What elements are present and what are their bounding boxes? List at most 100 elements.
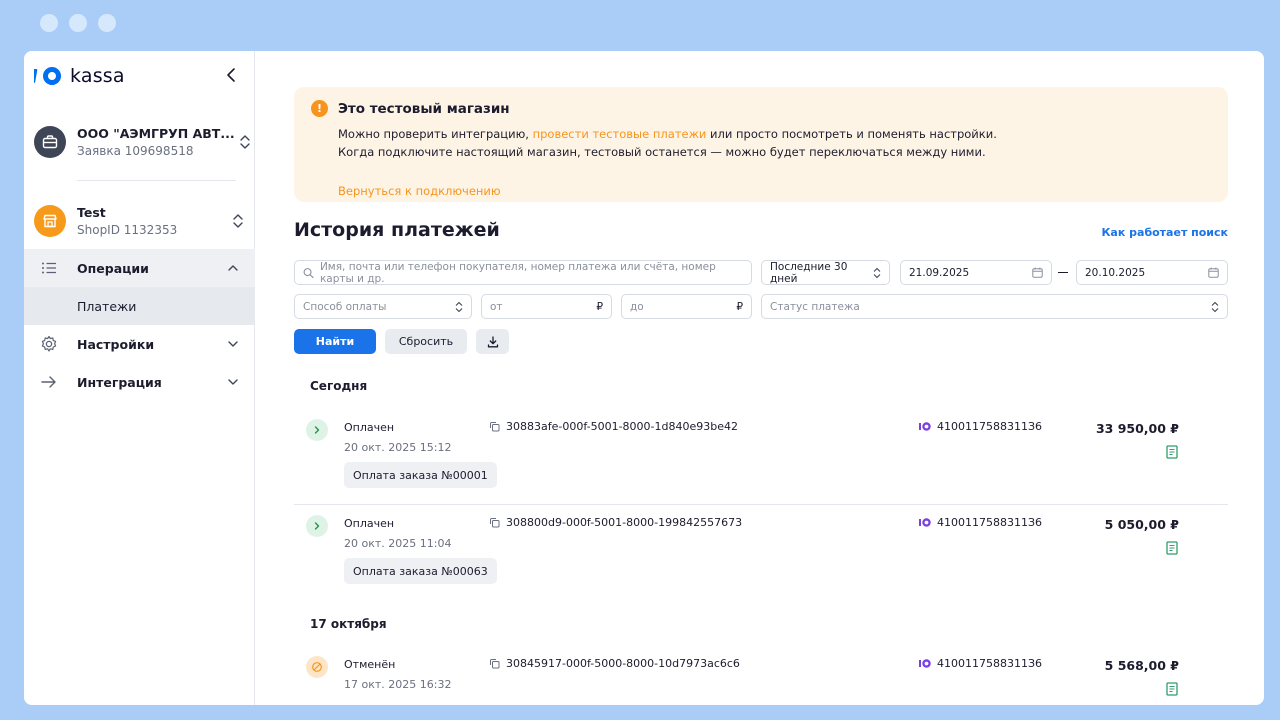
- payment-status: Отменён: [344, 658, 396, 671]
- copy-icon: [490, 422, 500, 432]
- chevron-up-icon: [228, 265, 238, 271]
- organization-avatar: [34, 126, 66, 158]
- chevron-updown-icon: [455, 301, 463, 312]
- date-to-value: 20.10.2025: [1085, 266, 1146, 279]
- search-icon: [303, 267, 314, 278]
- amount-from-input[interactable]: от ₽: [481, 294, 612, 319]
- payment-method-select[interactable]: Способ оплаты: [294, 294, 472, 319]
- payment-id-text: 30883afe-000f-5001-8000-1d840e93be42: [506, 420, 738, 433]
- sidebar-item-label: Настройки: [77, 336, 155, 352]
- wallet-account-text: 4100117588311З6: [937, 420, 1043, 433]
- sidebar-item-label: Интеграция: [77, 374, 162, 390]
- shop-id: ShopID 1132353: [77, 223, 178, 237]
- date-group-heading: 17 октября: [310, 617, 387, 631]
- list-icon: [42, 262, 56, 274]
- payment-id[interactable]: 308800d9-000f-5001-8000-199842557673: [489, 516, 742, 529]
- search-input[interactable]: Имя, почта или телефон покупателя, номер…: [294, 260, 752, 285]
- chevron-down-icon: [228, 341, 238, 347]
- wallet-account: 4100117588311З6: [919, 516, 1042, 529]
- payment-date: 17 окт. 2025 16:32: [344, 678, 452, 691]
- order-description: Оплата заказа №00063: [344, 558, 497, 584]
- sidebar-nav: Операции Платежи Настройки Интеграция: [24, 249, 255, 401]
- receipt-icon[interactable]: [1166, 682, 1178, 696]
- app-window: kassa ООО "АЭМГРУП АВТ... Заявка 1096985…: [24, 51, 1264, 705]
- reset-button[interactable]: Сбросить: [385, 329, 467, 354]
- payment-row[interactable]: Отменён 17 окт. 2025 16:32 30845917-000f…: [294, 646, 1228, 705]
- date-from-value: 21.09.2025: [909, 266, 970, 279]
- amount-to-input[interactable]: до ₽: [621, 294, 752, 319]
- payment-id-text: 308800d9-000f-5001-8000-199842557673: [506, 516, 743, 529]
- alert-body: Можно проверить интеграцию, провести тес…: [338, 126, 997, 161]
- date-from-input[interactable]: 21.09.2025: [900, 260, 1052, 285]
- alert-title: Это тестовый магазин: [338, 101, 510, 117]
- amount-to-placeholder: до: [630, 300, 644, 313]
- main-content: ! Это тестовый магазин Можно проверить и…: [255, 51, 1264, 705]
- yoomoney-icon: [919, 659, 931, 668]
- test-payments-link[interactable]: провести тестовые платежи: [533, 127, 707, 141]
- yookassa-logo-icon: [34, 67, 62, 85]
- order-description: Оплата заказа №00001: [344, 462, 497, 488]
- receipt-icon[interactable]: [1166, 445, 1178, 459]
- sidebar-item-integration[interactable]: Интеграция: [24, 363, 255, 401]
- find-button[interactable]: Найти: [294, 329, 376, 354]
- window-dot-close[interactable]: [40, 14, 58, 32]
- payment-amount: 33 950,00 ₽: [1095, 421, 1179, 436]
- collapse-sidebar-icon[interactable]: [223, 66, 241, 84]
- search-placeholder: Имя, почта или телефон покупателя, номер…: [319, 260, 716, 285]
- status-paid-icon: [306, 419, 328, 441]
- window-controls: [40, 14, 116, 32]
- payment-status-select[interactable]: Статус платежа: [761, 294, 1228, 319]
- payment-id[interactable]: 30845917-000f-5000-8000-10d7973ac6c6: [489, 657, 740, 670]
- chevron-updown-icon: [239, 135, 250, 149]
- payment-id[interactable]: 30883afe-000f-5001-8000-1d840e93be42: [489, 420, 738, 433]
- payment-status: Оплачен: [344, 517, 395, 530]
- payment-date: 20 окт. 2025 11:04: [344, 537, 452, 550]
- sidebar-subitem-payments[interactable]: Платежи: [24, 287, 255, 325]
- chevron-updown-icon: [873, 267, 881, 278]
- status-paid-icon: [306, 515, 328, 537]
- window-dot-minimize[interactable]: [69, 14, 87, 32]
- sidebar-item-settings[interactable]: Настройки: [24, 325, 255, 363]
- sidebar: kassa ООО "АЭМГРУП АВТ... Заявка 1096985…: [24, 51, 255, 705]
- chevron-down-icon: [228, 379, 238, 385]
- shop-selector[interactable]: Test ShopID 1132353: [34, 203, 244, 239]
- sidebar-item-operations[interactable]: Операции: [24, 249, 255, 287]
- payment-id-text: 30845917-000f-5000-8000-10d7973ac6c6: [506, 657, 740, 670]
- payment-amount: 5 568,00 ₽: [1104, 658, 1179, 673]
- brand-logo[interactable]: kassa: [34, 65, 125, 87]
- yoomoney-icon: [919, 422, 931, 431]
- payment-date: 20 окт. 2025 15:12: [344, 441, 452, 454]
- chevron-updown-icon: [1211, 301, 1219, 312]
- alert-text: или просто посмотреть и поменять настрой…: [706, 127, 997, 141]
- organization-selector[interactable]: ООО "АЭМГРУП АВТ... Заявка 109698518: [34, 124, 250, 160]
- shop-avatar: [34, 205, 66, 237]
- brand-name: kassa: [70, 65, 125, 87]
- back-to-connection-link[interactable]: Вернуться к подключению: [338, 184, 501, 198]
- payment-row[interactable]: Оплачен 20 окт. 2025 15:12 Оплата заказа…: [294, 409, 1228, 505]
- window-dot-maximize[interactable]: [98, 14, 116, 32]
- status-cancelled-icon: [306, 656, 328, 678]
- payment-status-placeholder: Статус платежа: [770, 300, 860, 313]
- date-range-separator: [1058, 272, 1068, 273]
- currency-ruble-icon: ₽: [736, 300, 743, 313]
- alert-text: Можно проверить интеграцию,: [338, 127, 533, 141]
- payment-row[interactable]: Оплачен 20 окт. 2025 11:04 Оплата заказа…: [294, 505, 1228, 601]
- organization-application: Заявка 109698518: [77, 144, 194, 158]
- store-icon: [43, 214, 57, 228]
- download-button[interactable]: [476, 329, 509, 354]
- amount-from-placeholder: от: [490, 300, 503, 313]
- search-help-link[interactable]: Как работает поиск: [1101, 226, 1228, 239]
- currency-ruble-icon: ₽: [596, 300, 603, 313]
- sidebar-divider: [77, 180, 236, 181]
- organization-name: ООО "АЭМГРУП АВТ...: [77, 126, 235, 141]
- warning-icon: !: [311, 100, 328, 117]
- period-value: Последние 30 дней: [770, 260, 848, 285]
- shop-name: Test: [77, 205, 106, 220]
- receipt-icon[interactable]: [1166, 541, 1178, 555]
- period-select[interactable]: Последние 30 дней: [761, 260, 890, 285]
- gear-icon: [41, 335, 57, 352]
- wallet-account: 4100117588311З6: [919, 420, 1042, 433]
- calendar-icon: [1032, 267, 1043, 278]
- date-to-input[interactable]: 20.10.2025: [1076, 260, 1228, 285]
- briefcase-icon: [42, 135, 58, 149]
